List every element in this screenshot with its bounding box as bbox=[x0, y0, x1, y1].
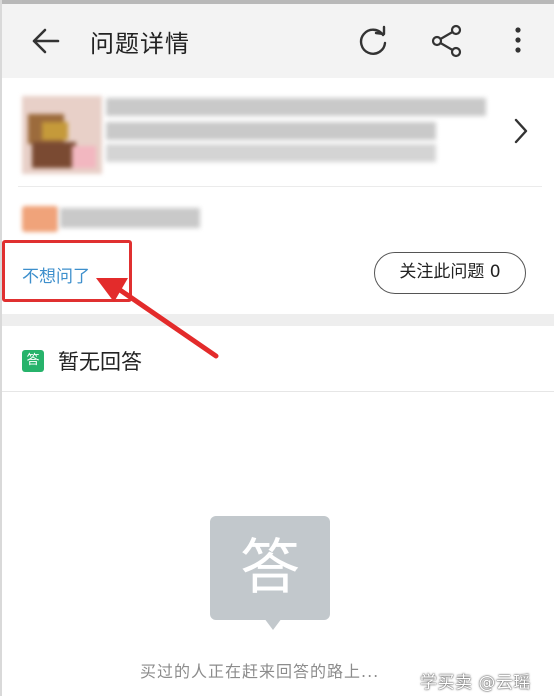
chevron-right-icon bbox=[510, 116, 532, 146]
follow-question-button[interactable]: 关注此问题 0 bbox=[374, 252, 526, 294]
share-icon bbox=[431, 24, 462, 58]
blurred-product-detail bbox=[106, 144, 436, 162]
more-vertical-icon bbox=[515, 27, 521, 53]
top-app-bar: 问题详情 bbox=[2, 0, 554, 78]
empty-answer-glyph: 答 bbox=[240, 533, 300, 603]
refresh-button[interactable] bbox=[356, 24, 390, 58]
share-button[interactable] bbox=[430, 24, 464, 58]
back-button[interactable] bbox=[28, 26, 62, 56]
section-separator bbox=[2, 314, 554, 326]
more-button[interactable] bbox=[508, 24, 528, 58]
answer-badge-icon: 答 bbox=[22, 350, 44, 372]
empty-answer-icon: 答 bbox=[210, 516, 330, 630]
asker-avatar bbox=[22, 206, 58, 232]
answers-header: 答 暂无回答 bbox=[2, 326, 554, 392]
product-thumbnail bbox=[22, 96, 102, 174]
refresh-icon bbox=[359, 25, 387, 55]
phone-screen: 问题详情 不想问了 关注此问题 0 答 暂无回答 答 买过的人正在赶来回答的路上… bbox=[2, 0, 554, 696]
blurred-question-text bbox=[60, 208, 200, 228]
top-edge bbox=[2, 0, 554, 4]
watermark: 学买卖 @云瑶 bbox=[420, 673, 531, 693]
page-title: 问题详情 bbox=[90, 30, 190, 58]
cancel-question-link[interactable]: 不想问了 bbox=[22, 262, 90, 287]
arrow-left-icon bbox=[32, 28, 60, 54]
empty-state-message: 买过的人正在赶来回答的路上... bbox=[140, 662, 380, 681]
answers-title: 暂无回答 bbox=[58, 350, 142, 374]
divider bbox=[18, 186, 542, 187]
blurred-product-subtitle bbox=[106, 122, 436, 140]
speech-bubble-tail bbox=[264, 618, 282, 630]
blurred-product-title bbox=[106, 98, 486, 116]
product-card[interactable] bbox=[2, 78, 554, 186]
